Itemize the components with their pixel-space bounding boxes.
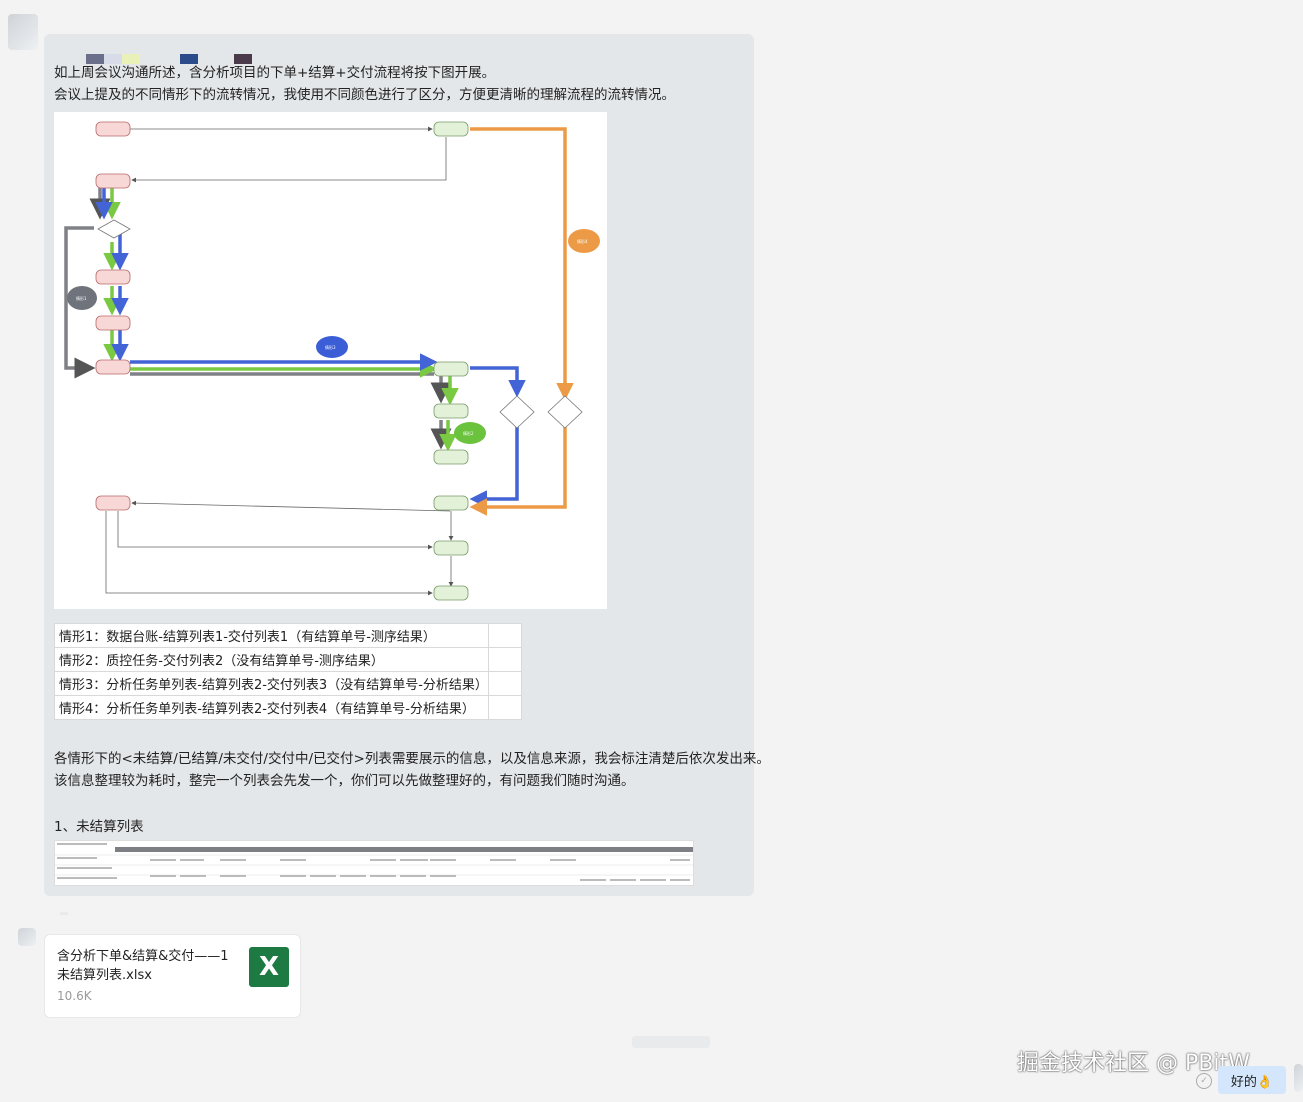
table-row: 情形2：质控任务-交付列表2（没有结算单号-测序结果） (54, 647, 522, 672)
empty-cell (487, 695, 522, 720)
case-cell: 情形1：数据台账-结算列表1-交付列表1（有结算单号-测序结果） (54, 623, 489, 648)
table-row: 情形4：分析任务单列表-结算列表2-交付列表4（有结算单号-分析结果） (54, 695, 522, 720)
read-status-icon: ✓ (1196, 1073, 1212, 1089)
message-line-1: 如上周会议沟通所述，含分析项目的下单+结算+交付流程将按下图开展。 (54, 65, 496, 81)
bubble-label: 情形1 (76, 295, 87, 301)
flow-diagram-image[interactable]: 情形1 情形3 情形2 情形4 (54, 112, 607, 609)
file-name: 含分析下单&结算&交付——1未结算列表.xlsx (57, 949, 229, 983)
sender-avatar-small[interactable] (18, 928, 36, 946)
bubble-label: 情形2 (463, 430, 474, 436)
file-size: 10.6K (57, 989, 92, 1003)
section-title: 1、未结算列表 (54, 819, 144, 835)
timestamp-blurred (632, 1036, 710, 1048)
paragraph-1: 各情形下的<未结算/已结算/未交付/交付中/已交付>列表需要展示的信息，以及信息… (54, 751, 770, 767)
spreadsheet-preview-image[interactable] (54, 840, 694, 886)
case-cell: 情形4：分析任务单列表-结算列表2-交付列表4（有结算单号-分析结果） (54, 695, 489, 720)
message-line-2: 会议上提及的不同情形下的流转情况，我使用不同颜色进行了区分，方便更清晰的理解流程… (54, 87, 675, 103)
sender-avatar[interactable] (8, 14, 38, 50)
table-row: 情形3：分析任务单列表-结算列表2-交付列表3（没有结算单号-分析结果） (54, 671, 522, 696)
file-attachment-card[interactable]: 含分析下单&结算&交付——1未结算列表.xlsx 10.6K X (44, 934, 301, 1018)
bubble-label: 情形3 (325, 344, 336, 350)
blurred-mark (60, 912, 68, 915)
paragraph-2: 该信息整理较为耗时，整完一个列表会先发一个，你们可以先做整理好的，有问题我们随时… (54, 773, 635, 789)
case-cell: 情形3：分析任务单列表-结算列表2-交付列表3（没有结算单号-分析结果） (54, 671, 489, 696)
reply-message-bubble[interactable]: 好的👌 (1218, 1066, 1286, 1094)
empty-cell (487, 647, 522, 672)
self-avatar[interactable] (1294, 1064, 1303, 1092)
table-row: 情形1：数据台账-结算列表1-交付列表1（有结算单号-测序结果） (54, 623, 522, 648)
cases-table: 情形1：数据台账-结算列表1-交付列表1（有结算单号-测序结果） 情形2：质控任… (54, 623, 522, 720)
bubble-label: 情形4 (577, 238, 588, 244)
empty-cell (487, 623, 522, 648)
excel-icon: X (249, 947, 289, 987)
watermark: 掘金技术社区 @ PBitW (1017, 1051, 1250, 1076)
case-cell: 情形2：质控任务-交付列表2（没有结算单号-测序结果） (54, 647, 489, 672)
empty-cell (487, 671, 522, 696)
